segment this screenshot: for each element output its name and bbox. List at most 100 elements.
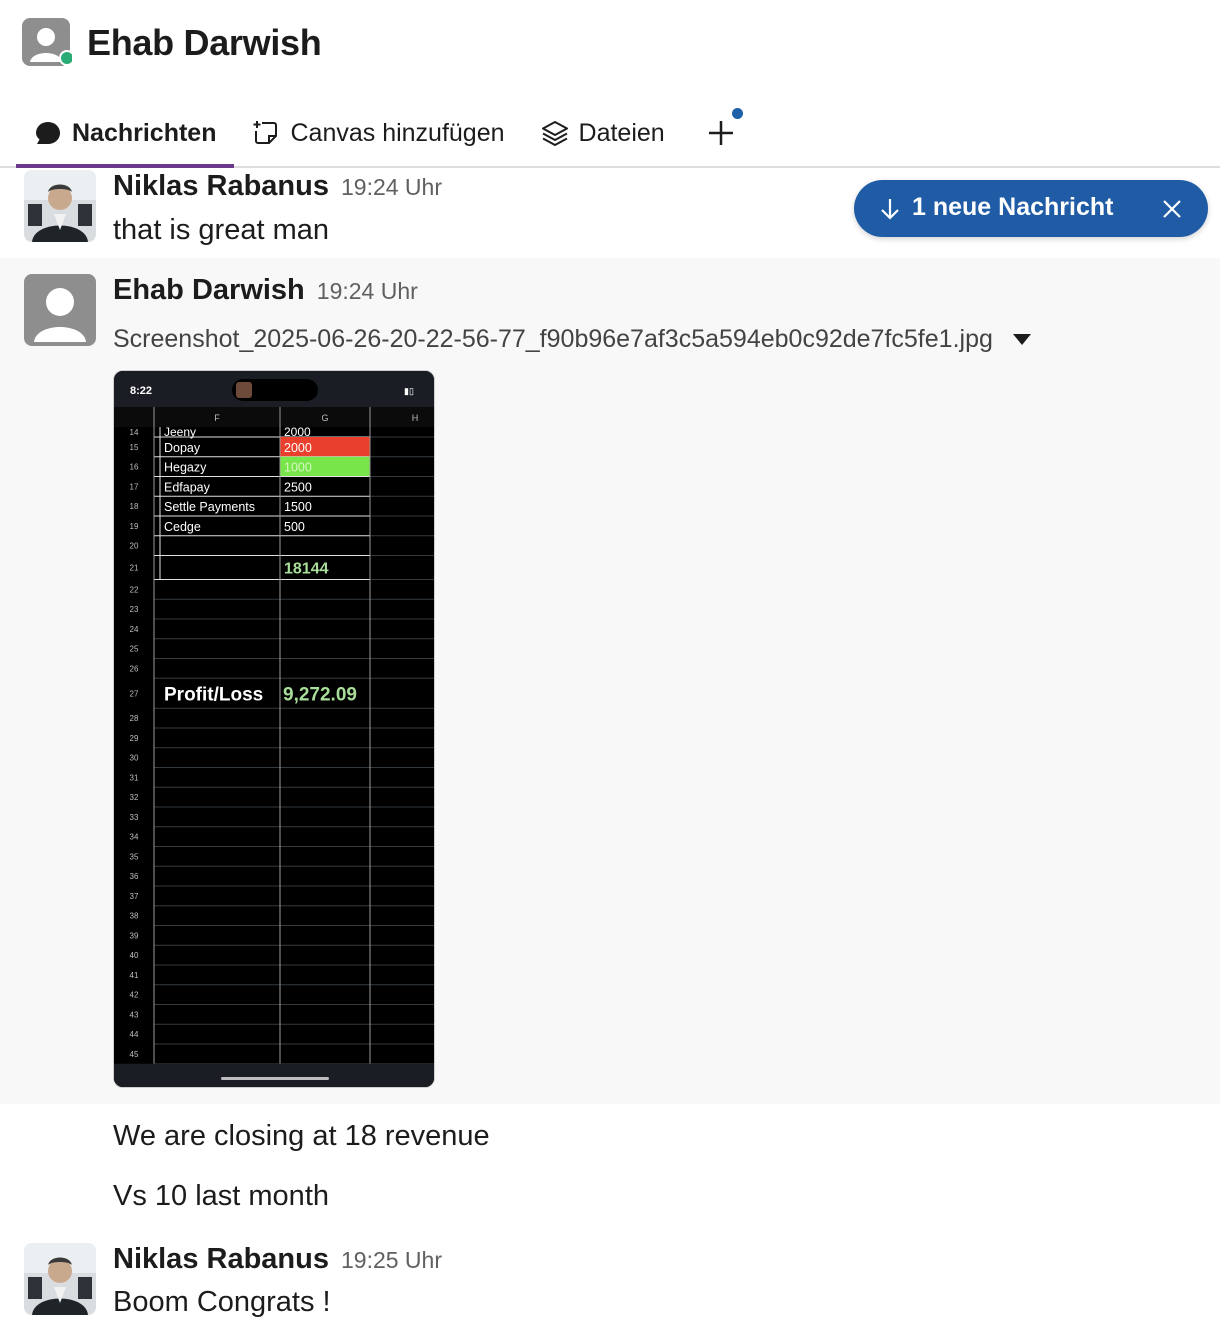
row-number: 36	[130, 872, 139, 881]
tab-canvas[interactable]: Canvas hinzufügen	[234, 100, 522, 166]
new-message-jump-button[interactable]: 1 neue Nachricht	[854, 180, 1208, 237]
message-text: that is great man	[113, 214, 329, 246]
close-icon[interactable]	[1160, 197, 1184, 221]
cell-value: 18144	[284, 561, 329, 578]
row-number: 40	[130, 951, 139, 960]
row-number: 22	[130, 585, 139, 594]
new-message-label: 1 neue Nachricht	[912, 193, 1114, 221]
tab-files-label: Dateien	[578, 118, 665, 147]
message-author[interactable]: Niklas Rabanus 19:24 Uhr	[113, 170, 442, 203]
row-number: 21	[130, 564, 139, 573]
user-photo-avatar	[24, 1243, 96, 1315]
user-placeholder-icon	[24, 274, 96, 346]
cell-value: 1000	[284, 461, 312, 475]
file-name[interactable]: Screenshot_2025-06-26-20-22-56-77_f90b96…	[113, 325, 993, 354]
tab-files[interactable]: Dateien	[523, 100, 683, 166]
channel-title[interactable]: Ehab Darwish	[87, 22, 322, 64]
cell-text: Hegazy	[164, 461, 207, 475]
dm-avatar[interactable]	[22, 18, 75, 68]
tab-canvas-label: Canvas hinzufügen	[290, 118, 505, 147]
message-item[interactable]: Niklas Rabanus 19:25 Uhr Boom Congrats !	[0, 1243, 1220, 1336]
message-author[interactable]: Niklas Rabanus 19:25 Uhr	[113, 1243, 442, 1276]
cell-value: 2000	[284, 425, 311, 439]
row-number: 39	[130, 931, 139, 940]
avatar[interactable]	[24, 274, 96, 346]
cell-text: Edfapay	[164, 480, 211, 494]
column-header-row	[114, 407, 434, 427]
row-number: 32	[130, 793, 139, 802]
row-number: 15	[130, 443, 139, 452]
row-number: 30	[130, 754, 139, 763]
row-number: 23	[130, 605, 139, 614]
row-number: 45	[130, 1050, 139, 1059]
add-tab-button[interactable]	[693, 100, 749, 166]
cell-value: 500	[284, 520, 305, 534]
row-number: 31	[130, 773, 139, 782]
home-indicator	[221, 1077, 329, 1080]
cell-value: 2500	[284, 480, 312, 494]
plus-icon	[708, 121, 733, 145]
row-number: 35	[130, 852, 139, 861]
row-number: 42	[130, 991, 139, 1000]
cell-text: Jeeny	[164, 425, 196, 439]
row-number: 29	[130, 734, 139, 743]
new-indicator-dot	[731, 108, 743, 119]
cell-text: Settle Payments	[164, 500, 255, 514]
message-author[interactable]: Ehab Darwish 19:24 Uhr	[113, 274, 418, 307]
user-placeholder-icon	[22, 18, 75, 66]
row-number: 28	[130, 714, 139, 723]
sheet-background	[114, 371, 434, 1087]
cell-text: Dopay	[164, 441, 201, 455]
cell-value: 1500	[284, 500, 312, 514]
author-name[interactable]: Niklas Rabanus	[113, 1243, 329, 1275]
tab-messages-label: Nachrichten	[72, 118, 217, 147]
row-number: 44	[130, 1030, 139, 1039]
message-timestamp[interactable]: 19:24 Uhr	[341, 174, 442, 200]
message-timestamp[interactable]: 19:24 Uhr	[317, 278, 418, 304]
message-text: We are closing at 18 revenue	[113, 1120, 490, 1152]
row-number: 37	[130, 892, 139, 901]
status-icons: ▮▯	[404, 386, 414, 396]
arrow-down-icon	[881, 199, 899, 220]
row-number: 34	[130, 833, 139, 842]
row-number: 14	[130, 428, 139, 437]
cell-value: 2000	[284, 441, 312, 455]
chat-bubble-icon	[36, 122, 60, 144]
cell-value: 9,272.09	[283, 684, 357, 705]
row-number: 17	[130, 482, 139, 491]
avatar[interactable]	[24, 170, 96, 242]
cell-text: Cedge	[164, 520, 201, 534]
row-number: 38	[130, 912, 139, 921]
layers-icon	[541, 121, 568, 146]
row-number: 16	[130, 463, 139, 472]
row-number: 43	[130, 1010, 139, 1019]
row-number: 18	[130, 502, 139, 511]
message-text: Vs 10 last month	[113, 1180, 329, 1212]
status-time: 8:22	[130, 385, 152, 397]
author-name[interactable]: Niklas Rabanus	[113, 170, 329, 202]
tab-bar: Nachrichten Canvas hinzufügen Dateien	[16, 100, 749, 168]
cell-text: Profit/Loss	[164, 684, 263, 705]
row-number: 41	[130, 971, 139, 980]
column-header: F	[214, 413, 220, 423]
message-text: Boom Congrats !	[113, 1286, 331, 1318]
row-number: 26	[130, 664, 139, 673]
nav-bar	[114, 1063, 434, 1087]
row-number: 19	[130, 522, 139, 531]
author-name[interactable]: Ehab Darwish	[113, 274, 305, 306]
row-number: 25	[130, 645, 139, 654]
caret-down-icon[interactable]	[1012, 334, 1031, 345]
user-photo-avatar	[24, 170, 96, 242]
message-timestamp[interactable]: 19:25 Uhr	[341, 1247, 442, 1273]
spreadsheet-screenshot: 8:22 ▮▯ F G H 14 Jeeny 2000 15 Dopay 2000 16 Hegazy 1…	[114, 371, 434, 1087]
row-number: 27	[130, 689, 139, 698]
file-attachment-title[interactable]: Screenshot_2025-06-26-20-22-56-77_f90b96…	[113, 325, 1031, 354]
avatar[interactable]	[24, 1243, 96, 1315]
status-thumb	[236, 382, 252, 398]
channel-header: Ehab Darwish Nachrichten Canvas hinzufüg…	[0, 0, 1220, 168]
image-attachment-preview[interactable]: 8:22 ▮▯ F G H 14 Jeeny 2000 15 Dopay 2000 16 Hegazy 1…	[113, 370, 435, 1088]
column-header: H	[412, 413, 419, 423]
row-number: 20	[130, 542, 139, 551]
column-header: G	[321, 413, 328, 423]
tab-messages[interactable]: Nachrichten	[16, 100, 235, 168]
